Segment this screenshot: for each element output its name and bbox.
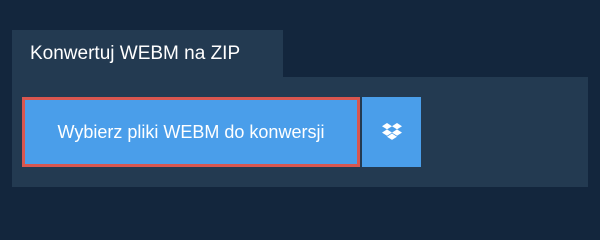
tab-label: Konwertuj WEBM na ZIP (30, 43, 241, 64)
choose-files-label: Wybierz pliki WEBM do konwersji (57, 121, 325, 142)
tab-convert-webm-zip[interactable]: Konwertuj WEBM na ZIP (12, 30, 283, 77)
dropbox-button[interactable] (362, 97, 421, 167)
choose-files-button[interactable]: Wybierz pliki WEBM do konwersji (22, 97, 360, 167)
dropbox-icon (381, 123, 402, 141)
